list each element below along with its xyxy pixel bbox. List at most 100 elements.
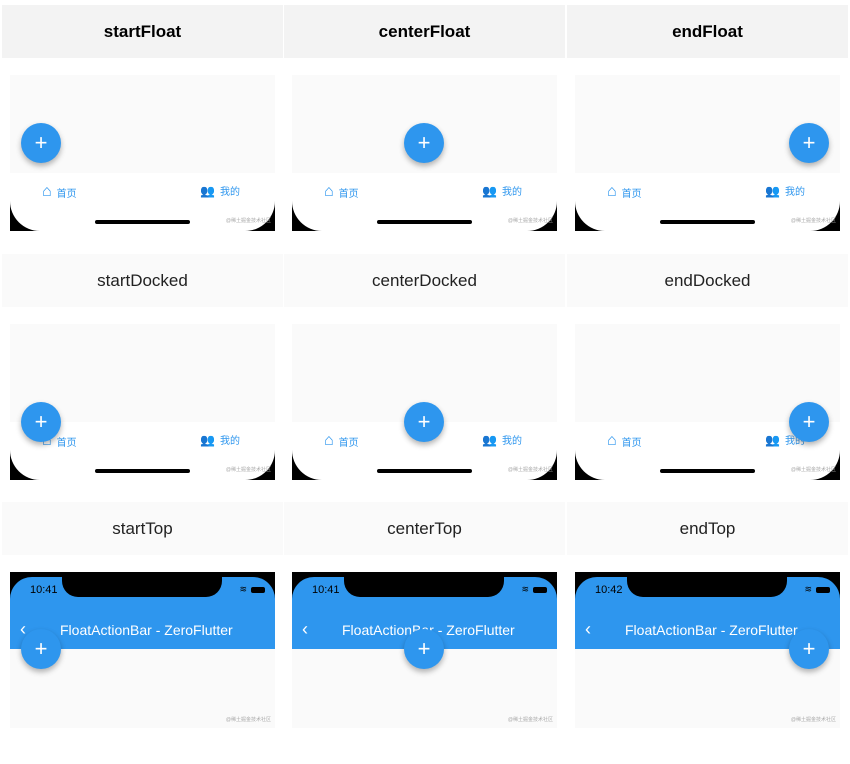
home-indicator xyxy=(660,469,755,473)
floating-action-button[interactable]: + xyxy=(404,629,444,669)
floating-action-button[interactable]: + xyxy=(21,402,61,442)
floating-action-button[interactable]: + xyxy=(789,402,829,442)
phone-screenshot: ⌂ 首页 👥我的 @稀土掘金技术社区 + xyxy=(10,75,275,231)
people-icon: 👥 xyxy=(482,432,497,447)
phone-screenshot: 10:41 ≋ ‹ FloatActionBar - ZeroFlutter @稀土掘金… xyxy=(10,572,275,728)
back-button[interactable]: ‹ xyxy=(585,619,591,640)
column-label: centerTop xyxy=(284,502,565,555)
floating-action-button[interactable]: + xyxy=(404,123,444,163)
plus-icon: + xyxy=(802,130,816,155)
battery-icon xyxy=(533,586,547,593)
column-label: endTop xyxy=(567,502,848,555)
watermark: @稀土掘金技术社区 xyxy=(507,717,553,723)
nav-mine-label: 我的 xyxy=(219,436,240,447)
status-time: 10:41 xyxy=(30,584,58,596)
plus-icon: + xyxy=(417,409,431,434)
nav-item-mine[interactable]: 👥 我的 xyxy=(482,183,522,199)
preview-cell: 10:41 ≋ ‹ FloatActionBar - ZeroFlutter @稀土掘金… xyxy=(284,572,565,764)
preview-cell: ⌂首页👥我的@稀土掘金技术社区+ xyxy=(567,324,848,516)
plus-icon: + xyxy=(802,409,816,434)
phone-screenshot: ⌂首页👥我的@稀土掘金技术社区+ xyxy=(575,324,840,480)
watermark: @稀土掘金技术社区 xyxy=(507,467,553,473)
watermark: @稀土掘金技术社区 xyxy=(225,467,271,473)
plus-icon: + xyxy=(802,636,816,661)
floating-action-button[interactable]: + xyxy=(21,629,61,669)
nav-home-label: 首页 xyxy=(621,437,642,449)
phone-screenshot: ⌂首页👥我的@稀土掘金技术社区+ xyxy=(292,75,557,231)
people-icon: 👥 xyxy=(765,183,780,198)
floating-action-button[interactable]: + xyxy=(404,402,444,442)
wifi-icon: ≋ xyxy=(521,584,529,594)
column-label: centerDocked xyxy=(284,254,565,307)
home-indicator xyxy=(660,220,755,224)
bottom-nav-surface: ⌂ 首页 👥 我的 @稀土掘金技术社区 xyxy=(10,173,275,231)
watermark: @稀土掘金技术社区 xyxy=(225,218,271,224)
phone-screenshot: 10:41 ≋ ‹ FloatActionBar - ZeroFlutter @稀土掘金… xyxy=(292,572,557,728)
nav-item-home[interactable]: ⌂ 首页 xyxy=(607,183,642,201)
nav-mine-label: 我的 xyxy=(501,436,522,447)
preview-cell: ⌂首页👥我的@稀土掘金技术社区+ xyxy=(284,75,565,267)
device-notch xyxy=(344,572,504,597)
nav-home-label: 首页 xyxy=(56,437,77,449)
watermark: @稀土掘金技术社区 xyxy=(790,467,836,473)
bottom-nav-surface: ⌂ 首页 👥 我的 @稀土掘金技术社区 xyxy=(292,173,557,231)
nav-item-home[interactable]: ⌂ 首页 xyxy=(324,183,359,201)
nav-mine-label: 我的 xyxy=(784,187,805,198)
status-icons: ≋ xyxy=(804,584,830,595)
device-notch xyxy=(627,572,787,597)
home-indicator xyxy=(377,220,472,224)
status-icons: ≋ xyxy=(521,584,547,595)
nav-home-label: 首页 xyxy=(621,188,642,200)
nav-item-home[interactable]: ⌂ 首页 xyxy=(607,432,642,450)
plus-icon: + xyxy=(34,409,48,434)
floating-action-button[interactable]: + xyxy=(789,123,829,163)
status-icons: ≋ xyxy=(239,584,265,595)
battery-icon xyxy=(816,586,830,593)
nav-mine-label: 我的 xyxy=(219,187,240,198)
back-button[interactable]: ‹ xyxy=(302,619,308,640)
floating-action-button[interactable]: + xyxy=(789,629,829,669)
plus-icon: + xyxy=(34,130,48,155)
watermark: @稀土掘金技术社区 xyxy=(225,717,271,723)
phone-screenshot: ⌂首页👥我的@稀土掘金技术社区+ xyxy=(10,324,275,480)
status-time: 10:41 xyxy=(312,584,340,596)
bottom-navigation-bar: ⌂ 首页 👥 我的 @稀土掘金技术社区 xyxy=(575,173,840,231)
nav-home-label: 首页 xyxy=(56,188,77,200)
bottom-navigation-bar: ⌂ 首页 👥 我的 @稀土掘金技术社区 xyxy=(10,173,275,231)
nav-item-mine[interactable]: 👥 我的 xyxy=(200,183,240,199)
column-label: centerFloat xyxy=(284,5,565,58)
people-icon: 👥 xyxy=(765,432,780,447)
nav-item-home[interactable]: ⌂ 首页 xyxy=(324,432,359,450)
column-label: startTop xyxy=(2,502,283,555)
preview-cell: ⌂ 首页 👥 我的 @稀土掘金技术社区 + xyxy=(284,324,565,516)
column-label: startDocked xyxy=(2,254,283,307)
nav-mine-label: 我的 xyxy=(501,187,522,198)
nav-item-mine[interactable]: 👥 我的 xyxy=(200,432,240,448)
plus-icon: + xyxy=(417,636,431,661)
home-icon: ⌂ xyxy=(324,432,334,449)
home-icon: ⌂ xyxy=(607,432,617,449)
home-icon: ⌂ xyxy=(607,183,617,200)
battery-icon xyxy=(251,586,265,593)
home-icon: ⌂ xyxy=(42,183,52,200)
floating-action-button[interactable]: + xyxy=(21,123,61,163)
nav-item-mine[interactable]: 👥 我的 xyxy=(482,432,522,448)
phone-screenshot: ⌂ 首页 👥 我的 @稀土掘金技术社区 + xyxy=(575,75,840,231)
nav-item-mine[interactable]: 👥 我的 xyxy=(765,183,805,199)
wifi-icon: ≋ xyxy=(804,584,812,594)
people-icon: 👥 xyxy=(200,432,215,447)
device-notch xyxy=(62,572,222,597)
preview-cell: 10:42 ≋ ‹ FloatActionBar - ZeroFlutter @稀土掘金… xyxy=(567,572,848,764)
plus-icon: + xyxy=(34,636,48,661)
watermark: @稀土掘金技术社区 xyxy=(790,717,836,723)
bottom-nav-surface: ⌂ 首页 👥 我的 @稀土掘金技术社区 xyxy=(575,173,840,231)
app-bar-title: FloatActionBar - ZeroFlutter xyxy=(625,622,798,638)
preview-cell: ⌂ 首页 👥 我的 @稀土掘金技术社区 + xyxy=(567,75,848,267)
bottom-navigation-bar: ⌂ 首页 👥 我的 @稀土掘金技术社区 xyxy=(292,173,557,231)
nav-home-label: 首页 xyxy=(338,437,359,449)
nav-home-label: 首页 xyxy=(338,188,359,200)
preview-cell: ⌂ 首页 👥我的 @稀土掘金技术社区 + xyxy=(2,75,283,267)
nav-item-home[interactable]: ⌂ 首页 xyxy=(42,183,77,201)
home-icon: ⌂ xyxy=(324,183,334,200)
watermark: @稀土掘金技术社区 xyxy=(790,218,836,224)
